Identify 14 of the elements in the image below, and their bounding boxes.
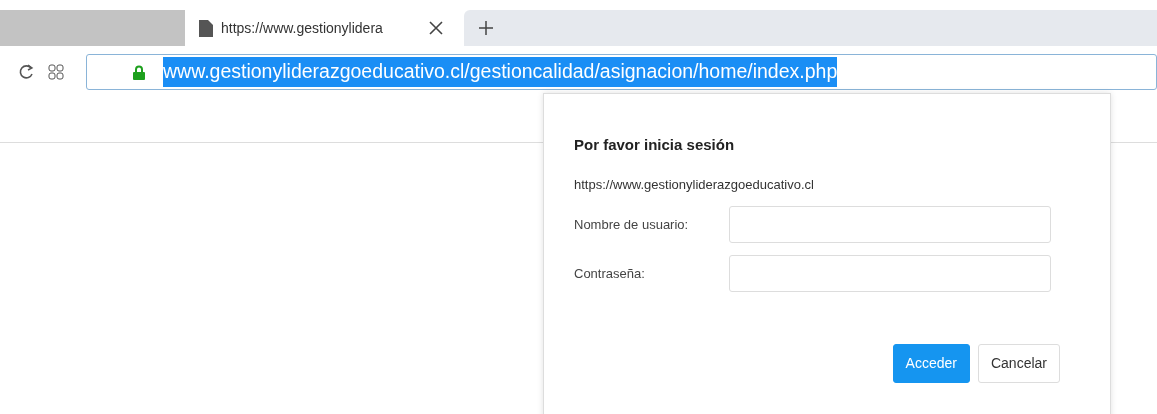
cancel-button[interactable]: Cancelar (977, 344, 1060, 383)
reload-icon[interactable] (18, 64, 34, 80)
tab-title: https://www.gestionylidera (221, 18, 384, 38)
page-icon (199, 19, 213, 37)
input-field[interactable] (729, 206, 1051, 243)
dialog-title: Por favor inicia sesión (574, 135, 736, 155)
field-label: Nombre de usuario: (574, 215, 690, 234)
close-icon[interactable] (429, 21, 443, 35)
url-text: www.gestionyliderazgoeducativo.cl/gestioncalidad/asignacion/home/index.php (163, 57, 838, 87)
grid-icon[interactable] (48, 64, 64, 80)
new-tab-icon[interactable] (478, 20, 494, 36)
input-field[interactable] (729, 255, 1051, 292)
field-label: Contraseña: (574, 264, 646, 283)
site-url: https://www.gestionyliderazgoeducativo.cl (574, 175, 815, 194)
